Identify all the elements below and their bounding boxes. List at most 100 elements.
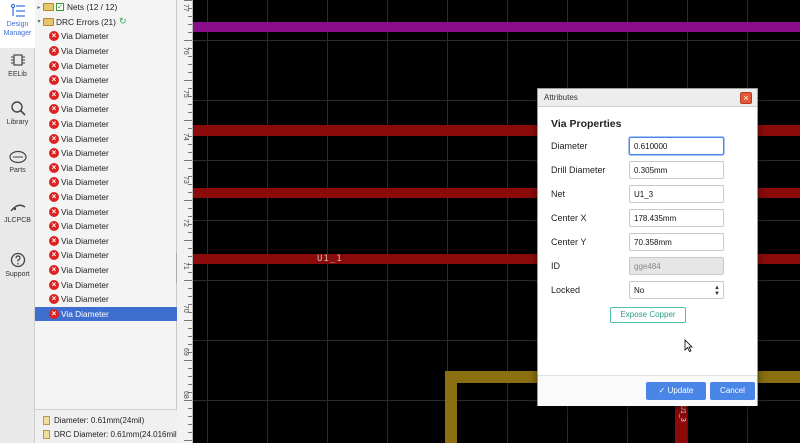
grid-line — [387, 0, 388, 443]
drc-error-label: Via Diameter — [61, 148, 109, 159]
ruler-label: 68 — [182, 391, 189, 399]
error-icon: × — [49, 294, 59, 305]
ruler-tick — [188, 88, 192, 89]
drc-error-item[interactable]: × Via Diameter — [35, 277, 177, 292]
lcsc-parts-icon — [8, 150, 27, 164]
ruler-tick — [188, 208, 192, 209]
drc-error-label: Via Diameter — [61, 46, 109, 57]
rail-library[interactable]: Library — [0, 96, 35, 144]
rail-jlcpcb[interactable]: JLCPCB — [0, 198, 35, 246]
drc-error-item[interactable]: × Via Diameter — [35, 190, 177, 205]
cancel-button[interactable]: Cancel — [710, 382, 755, 400]
ruler-tick — [188, 344, 192, 345]
drc-error-item[interactable]: × Via Diameter — [35, 117, 177, 132]
design-manager-icon — [10, 4, 25, 17]
ruler-tick — [188, 184, 192, 185]
error-icon: × — [49, 104, 59, 115]
error-icon: × — [49, 148, 59, 159]
error-icon: × — [49, 177, 59, 188]
drc-error-item[interactable]: × Via Diameter — [35, 263, 177, 278]
diameter-input[interactable] — [629, 137, 724, 155]
error-icon: × — [49, 250, 59, 261]
pad-label: U1_3 — [679, 405, 686, 422]
drc-error-item[interactable]: × Via Diameter — [35, 29, 177, 44]
ruler-label: 77 — [182, 4, 189, 12]
drc-error-item[interactable]: × Via Diameter — [35, 175, 177, 190]
update-label: Update — [667, 386, 694, 395]
center-x-input[interactable] — [629, 209, 724, 227]
drc-error-item[interactable]: × Via Diameter — [35, 146, 177, 161]
drc-error-item[interactable]: × Via Diameter — [35, 292, 177, 307]
trace-top[interactable] — [193, 22, 800, 32]
drc-error-label: Via Diameter — [61, 250, 109, 261]
drc-error-item[interactable]: × Via Diameter — [35, 131, 177, 146]
update-button[interactable]: ✓ Update — [646, 382, 706, 400]
drc-error-item[interactable]: × Via Diameter — [35, 44, 177, 59]
drc-error-item[interactable]: × Via Diameter — [35, 219, 177, 234]
net-label-field: Net — [551, 189, 566, 199]
drc-error-item[interactable]: × Via Diameter — [35, 58, 177, 73]
ruler-tick — [184, 440, 192, 441]
rail-design-manager[interactable]: Design Manager — [0, 0, 35, 48]
drc-error-item[interactable]: × Via Diameter — [35, 73, 177, 88]
board-outline-left[interactable] — [445, 371, 457, 443]
dialog-titlebar[interactable]: Attributes × — [538, 89, 757, 107]
check-icon: ✓ — [658, 386, 668, 395]
expand-caret-icon[interactable]: ▾ — [35, 18, 43, 25]
section-heading: Via Properties — [551, 118, 622, 130]
diameter-label: Diameter — [551, 141, 588, 151]
expose-copper-button[interactable]: Expose Copper — [610, 307, 686, 323]
ruler-tick — [184, 320, 192, 321]
ruler-tick — [188, 368, 192, 369]
info-diameter-text: Diameter: 0.61mm(24mil) — [54, 415, 145, 425]
drc-error-item[interactable]: × Via Diameter — [35, 248, 177, 263]
net-input[interactable] — [629, 185, 724, 203]
drill-diameter-input[interactable] — [629, 161, 724, 179]
close-icon[interactable]: × — [740, 92, 752, 104]
drill-diameter-label: Drill Diameter — [551, 165, 606, 175]
drc-error-label: Via Diameter — [61, 89, 109, 100]
ruler-tick — [184, 120, 192, 121]
ruler-tick — [188, 328, 192, 329]
error-icon: × — [49, 221, 59, 232]
drc-error-label: Via Diameter — [61, 294, 109, 305]
grid-line — [267, 0, 268, 443]
folder-icon — [43, 17, 54, 26]
drc-error-item[interactable]: × Via Diameter — [35, 204, 177, 219]
center-y-input[interactable] — [629, 233, 724, 251]
tree-row-drc-errors[interactable]: ▾ DRC Errors (21) ↻ — [35, 15, 177, 30]
vertical-ruler: 77 76 75 74 73 72 71 70 69 68 — [177, 0, 193, 443]
ruler-tick — [188, 288, 192, 289]
refresh-icon[interactable]: ↻ — [119, 16, 127, 27]
info-drc-diameter-text: DRC Diameter: 0.61mm(24.016mil) — [54, 429, 180, 439]
error-icon: × — [49, 31, 59, 42]
ruler-tick — [188, 232, 192, 233]
ruler-tick — [184, 0, 192, 1]
drc-error-item[interactable]: × Via Diameter — [35, 306, 177, 322]
ruler-tick — [188, 152, 192, 153]
drc-error-label: Via Diameter — [61, 162, 109, 173]
drc-error-item[interactable]: × Via Diameter — [35, 102, 177, 117]
checkbox-icon[interactable]: ✓ — [56, 3, 64, 12]
drc-error-item[interactable]: × Via Diameter — [35, 161, 177, 176]
rail-parts[interactable]: Parts — [0, 146, 35, 194]
locked-select[interactable]: No ▲ ▼ — [629, 281, 724, 299]
folder-icon — [43, 3, 54, 12]
expand-caret-icon[interactable]: ▸ — [35, 4, 43, 11]
rail-support[interactable]: Support — [0, 248, 35, 296]
center-y-label: Center Y — [551, 237, 587, 247]
tree-row-nets[interactable]: ▸ ✓ Nets (12 / 12) — [35, 0, 177, 15]
ruler-tick — [188, 248, 192, 249]
rail-label: Support — [5, 271, 30, 278]
rail-label: Parts — [9, 167, 26, 174]
ruler-label: 69 — [182, 348, 189, 356]
drc-error-item[interactable]: × Via Diameter — [35, 234, 177, 249]
jlcpcb-icon — [9, 204, 25, 212]
ruler-tick — [184, 360, 192, 361]
ruler-tick — [184, 40, 192, 41]
ruler-tick — [188, 192, 192, 193]
grid-line — [327, 0, 328, 443]
drc-error-label: Via Diameter — [61, 192, 109, 203]
drc-error-item[interactable]: × Via Diameter — [35, 88, 177, 103]
rail-eelib[interactable]: EELib — [0, 48, 35, 96]
